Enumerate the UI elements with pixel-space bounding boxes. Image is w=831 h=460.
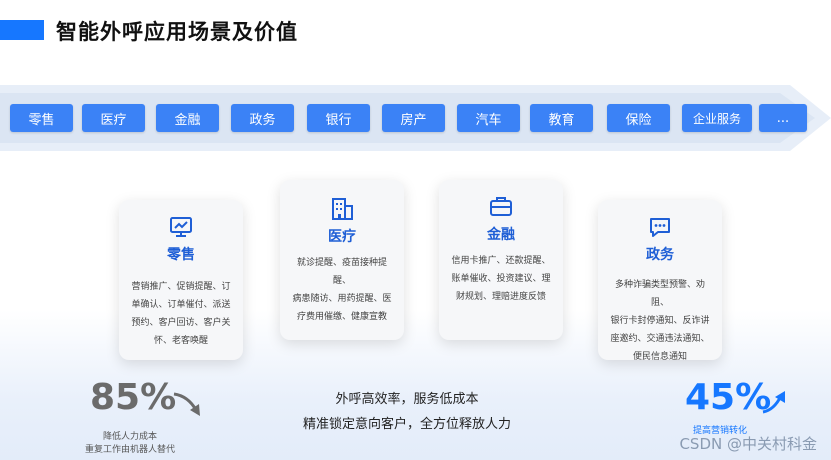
stat-conversion-value: 45% [685, 377, 772, 418]
hospital-building-icon [332, 198, 353, 220]
trend-down-icon [173, 392, 200, 416]
chat-bubble-icon [650, 218, 670, 237]
card-retail: 零售 营销推广、促销提醒、订 单确认、订单催付、派送 预约、客户回访、客户关 怀… [119, 200, 243, 360]
card-description: 就诊提醒、疫苗接种提醒、 病患随访、用药提醒、医 疗费用催缴、健康宣教 [292, 258, 392, 322]
tag-medical[interactable]: 医疗 [82, 104, 145, 132]
card-title: 医疗 [328, 229, 356, 245]
tag-auto[interactable]: 汽车 [457, 104, 520, 132]
card-description: 多种诈骗类型预警、劝阻、 银行卡封停通知、反诈讲 座邀约、交通违法通知、 便民信… [610, 280, 710, 362]
card-medical: 医疗 就诊提醒、疫苗接种提醒、 病患随访、用药提醒、医 疗费用催缴、健康宣教 [280, 180, 404, 340]
title-accent-bar [0, 20, 44, 40]
tag-government[interactable]: 政务 [231, 104, 294, 132]
card-description: 营销推广、促销提醒、订 单确认、订单催付、派送 预约、客户回访、客户关 怀、老客… [131, 282, 231, 346]
tag-finance[interactable]: 金融 [156, 104, 219, 132]
tag-retail[interactable]: 零售 [10, 104, 73, 132]
tag-more[interactable]: ... [759, 104, 807, 132]
card-title: 零售 [167, 247, 195, 263]
trend-up-icon [762, 391, 785, 414]
chart-monitor-icon [170, 217, 192, 237]
card-government: 政务 多种诈骗类型预警、劝阻、 银行卡封停通知、反诈讲 座邀约、交通违法通知、 … [598, 200, 722, 362]
tag-realestate[interactable]: 房产 [382, 104, 445, 132]
card-description: 信用卡推广、还款提醒、 账单催收、投资建议、理 财规划、理赔进度反馈 [451, 256, 551, 302]
tag-enterprise[interactable]: 企业服务 [682, 104, 752, 132]
watermark: CSDN @中关村科金 [679, 435, 817, 453]
briefcase-icon [490, 197, 512, 216]
stat-cost-value: 85% [90, 377, 177, 418]
value-line-1: 外呼高效率，服务低成本 [335, 392, 479, 407]
card-title: 政务 [646, 247, 674, 263]
value-line-2: 精准锁定意向客户，全方位释放人力 [302, 417, 511, 432]
card-finance: 金融 信用卡推广、还款提醒、 账单催收、投资建议、理 财规划、理赔进度反馈 [439, 180, 563, 340]
tag-bank[interactable]: 银行 [307, 104, 370, 132]
tag-insurance[interactable]: 保险 [607, 104, 670, 132]
stat-cost-caption: 降低人力成本 重复工作由机器人替代 [84, 432, 175, 455]
card-title: 金融 [487, 227, 515, 243]
tag-education[interactable]: 教育 [530, 104, 593, 132]
page-title: 智能外呼应用场景及价值 [56, 20, 298, 44]
